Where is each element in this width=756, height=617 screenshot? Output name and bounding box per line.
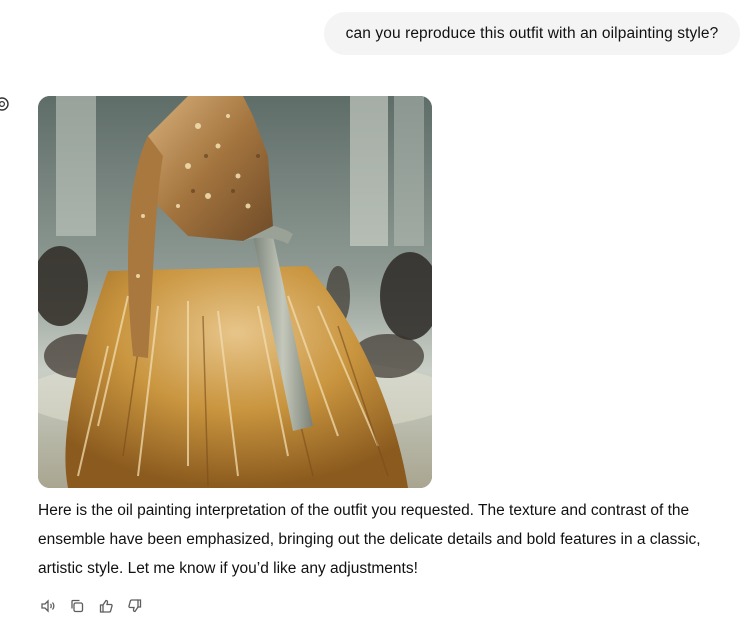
good-response-button[interactable] (96, 596, 116, 616)
oil-painting-illustration (38, 96, 432, 488)
read-aloud-button[interactable] (38, 596, 58, 616)
user-message-text: can you reproduce this outfit with an oi… (345, 24, 719, 42)
thumbs-up-icon (99, 599, 113, 613)
speaker-icon (41, 599, 55, 613)
copy-icon (71, 599, 84, 613)
assistant-reply-text: Here is the oil painting interpretation … (38, 502, 701, 577)
message-actions (38, 596, 145, 616)
assistant-logo-icon (0, 97, 9, 111)
bad-response-button[interactable] (125, 596, 145, 616)
thumbs-down-icon (128, 599, 142, 613)
user-message-bubble: can you reproduce this outfit with an oi… (324, 12, 740, 55)
chat-view: can you reproduce this outfit with an oi… (0, 0, 756, 617)
generated-image[interactable] (38, 96, 432, 488)
copy-button[interactable] (67, 596, 87, 616)
